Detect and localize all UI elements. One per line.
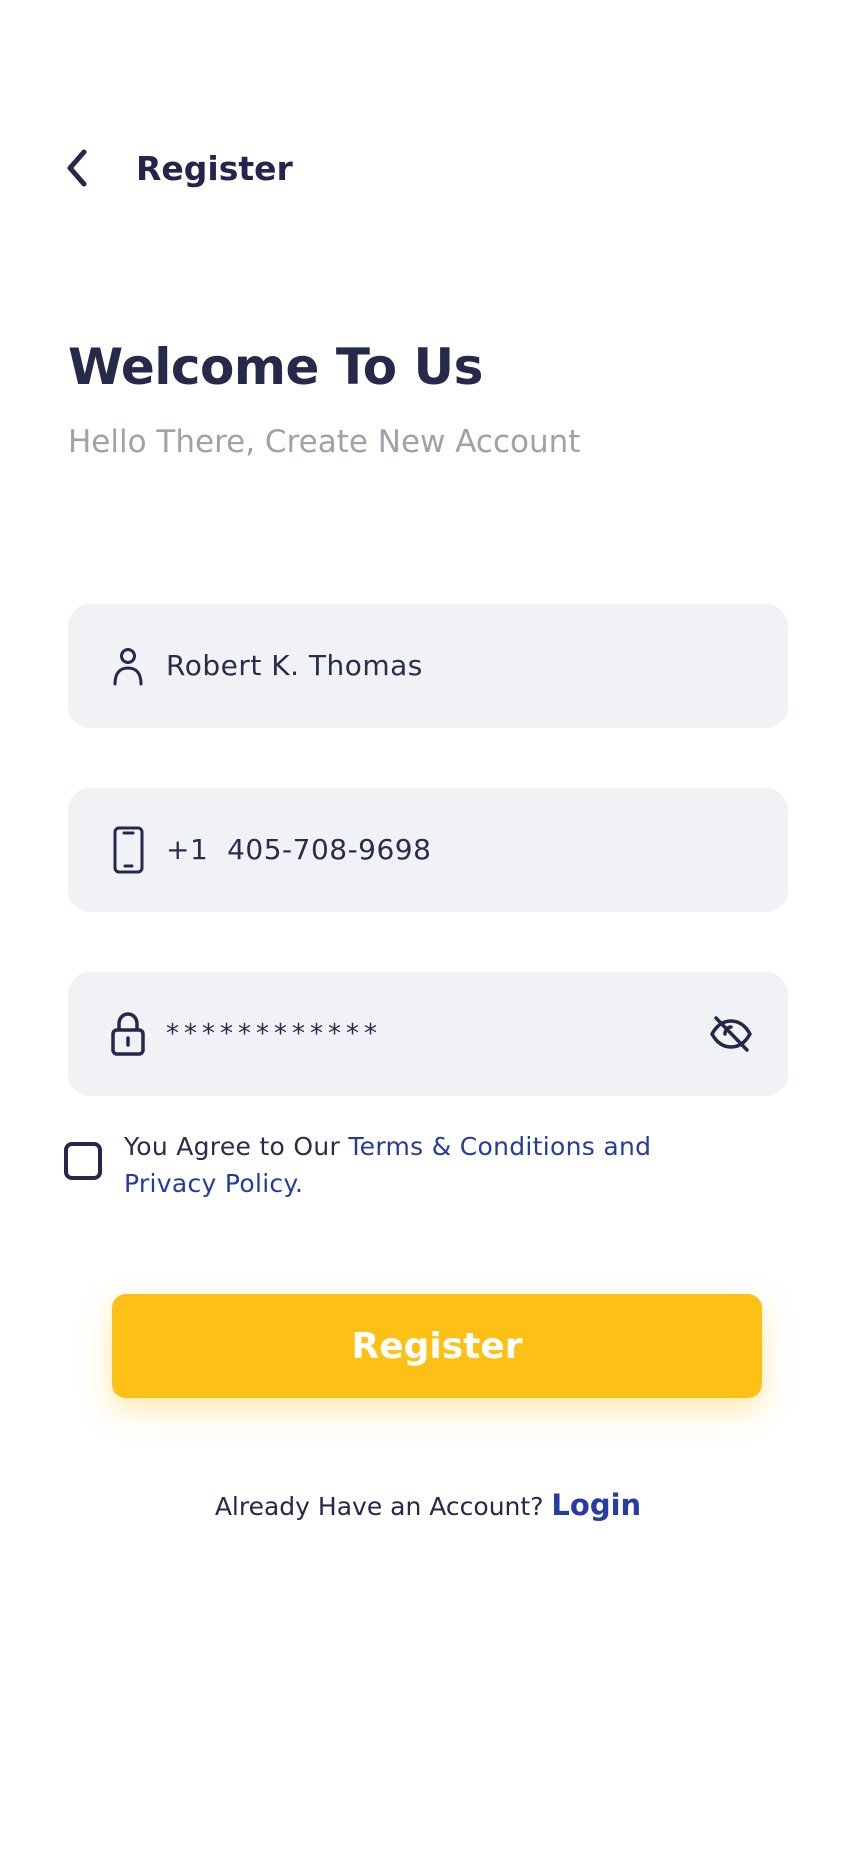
login-prompt: Already Have an Account? Login bbox=[0, 1488, 856, 1522]
register-button[interactable]: Register bbox=[112, 1294, 762, 1398]
back-button[interactable] bbox=[60, 146, 100, 190]
password-field[interactable]: ************ bbox=[68, 972, 788, 1096]
eye-off-icon bbox=[710, 1016, 752, 1052]
app-header: Register bbox=[0, 0, 856, 340]
terms-prefix: You Agree to Our bbox=[124, 1132, 349, 1161]
welcome-subtitle: Hello There, Create New Account bbox=[68, 424, 581, 460]
login-link[interactable]: Login bbox=[551, 1488, 641, 1522]
chevron-left-icon bbox=[67, 149, 87, 187]
terms-text: You Agree to Our Terms & Conditions and … bbox=[124, 1128, 744, 1202]
lock-icon bbox=[111, 1012, 145, 1056]
smartphone-icon bbox=[113, 826, 144, 874]
name-field[interactable]: Robert K. Thomas bbox=[68, 604, 788, 728]
user-icon bbox=[113, 648, 143, 686]
page-title: Register bbox=[136, 149, 293, 188]
name-value: Robert K. Thomas bbox=[166, 649, 423, 682]
password-value: ************ bbox=[166, 1019, 382, 1049]
login-prompt-text: Already Have an Account? bbox=[214, 1492, 544, 1521]
welcome-heading: Welcome To Us bbox=[68, 338, 483, 396]
terms-checkbox[interactable] bbox=[64, 1142, 102, 1180]
toggle-password-visibility[interactable] bbox=[708, 1010, 754, 1058]
phone-value: +1 405-708-9698 bbox=[166, 833, 432, 866]
phone-field[interactable]: +1 405-708-9698 bbox=[68, 788, 788, 912]
